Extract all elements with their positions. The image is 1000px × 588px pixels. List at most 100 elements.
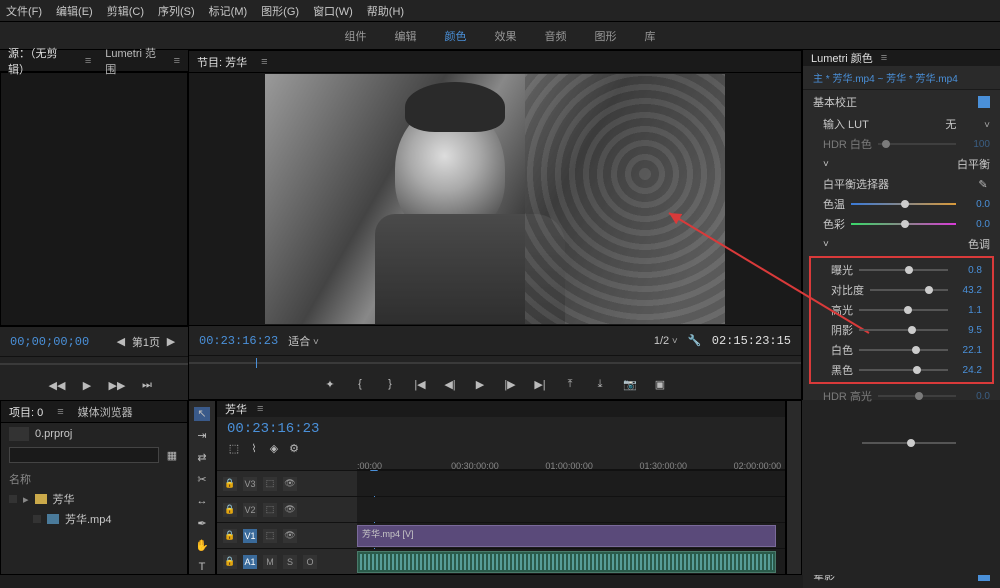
type-tool-icon[interactable]: T <box>194 560 210 574</box>
step-icon[interactable]: ⏭ <box>140 378 154 392</box>
page-prev-icon[interactable]: ◀ <box>114 335 128 349</box>
program-timecode[interactable]: 00:23:16:23 <box>199 334 278 348</box>
tab-project[interactable]: 项目: 0 <box>9 404 43 420</box>
program-menu-icon[interactable]: ≡ <box>261 56 267 68</box>
razor-tool-icon[interactable]: ✂ <box>194 473 210 487</box>
track-select-tool-icon[interactable]: ⇥ <box>194 429 210 443</box>
hand-tool-icon[interactable]: ✋ <box>194 538 210 552</box>
tab-mediabrowser[interactable]: 媒体浏览器 <box>78 404 133 420</box>
ws-color[interactable]: 颜色 <box>445 28 467 44</box>
shadows-slider[interactable] <box>859 329 948 331</box>
goto-out-icon[interactable]: ▶| <box>533 377 547 391</box>
menu-graphics[interactable]: 图形(G) <box>261 3 299 19</box>
contrast-slider[interactable] <box>870 289 948 291</box>
search-filter-icon[interactable]: ▦ <box>165 448 179 462</box>
timeline-timecode[interactable]: 00:23:16:23 <box>227 421 319 437</box>
bin-row[interactable]: ▸ 芳华 <box>9 489 179 509</box>
highlights-slider[interactable] <box>859 309 948 311</box>
project-col-name[interactable]: 名称 <box>9 469 179 489</box>
a1-toggle[interactable]: A1 <box>243 555 257 569</box>
tab-source[interactable]: 源：（无剪辑） <box>8 45 71 77</box>
v2-eye-icon[interactable]: 👁 <box>283 503 297 517</box>
tint-slider[interactable] <box>851 223 956 225</box>
mark-out-icon[interactable]: ▶▶ <box>110 378 124 392</box>
menu-window[interactable]: 窗口(W) <box>313 3 353 19</box>
menu-help[interactable]: 帮助(H) <box>367 3 404 19</box>
time-ruler[interactable]: :00:00 00:30:00:00 01:00:00:00 01:30:00:… <box>357 459 785 470</box>
v1-sync[interactable]: ⬚ <box>263 529 277 543</box>
basic-toggle-checkbox[interactable] <box>978 96 990 108</box>
ripple-tool-icon[interactable]: ⇄ <box>194 451 210 465</box>
a1-lock-icon[interactable]: 🔒 <box>223 555 237 569</box>
lift-icon[interactable]: ⤒ <box>563 377 577 391</box>
mark-in-icon[interactable]: ◀◀ <box>50 378 64 392</box>
source-timecode[interactable]: 00;00;00;00 <box>10 335 89 349</box>
fit-dropdown[interactable]: 适合 ˅ <box>288 333 319 349</box>
a1-mute[interactable]: M <box>263 555 277 569</box>
contrast-value[interactable]: 43.2 <box>954 285 982 296</box>
lut-dropdown[interactable]: 无 ˅ <box>945 116 990 132</box>
play-toggle-icon[interactable]: ▶ <box>473 377 487 391</box>
tab-scopes-menu-icon[interactable]: ≡ <box>174 55 180 67</box>
play-icon[interactable]: ▶ <box>80 378 94 392</box>
slip-tool-icon[interactable]: ↔ <box>194 495 210 509</box>
clip-row[interactable]: 芳华.mp4 <box>9 509 179 529</box>
goto-in-icon[interactable]: |◀ <box>413 377 427 391</box>
section-wb[interactable]: ˅ 白平衡 <box>803 154 1000 174</box>
tracks-area[interactable]: 🔒V3⬚👁 🔒V2⬚👁 🔒V1⬚👁 芳华.mp4 [V] 🔒A1MSO <box>217 470 785 574</box>
tint-value[interactable]: 0.0 <box>962 219 990 230</box>
v3-toggle[interactable]: V3 <box>243 477 257 491</box>
tab-lumetri-scopes[interactable]: Lumetri 范围 <box>105 45 159 77</box>
highlights-value[interactable]: 1.1 <box>954 305 982 316</box>
program-monitor[interactable] <box>189 73 801 325</box>
wrench-icon[interactable]: 🔧 <box>688 334 702 348</box>
step-fwd-icon[interactable]: |▶ <box>503 377 517 391</box>
v2-toggle[interactable]: V2 <box>243 503 257 517</box>
menu-sequence[interactable]: 序列(S) <box>158 3 195 19</box>
step-back-icon[interactable]: ◀| <box>443 377 457 391</box>
section-tone[interactable]: ˅ 色调 <box>803 234 1000 254</box>
sat-slider[interactable] <box>862 442 956 444</box>
v2-sync[interactable]: ⬚ <box>263 503 277 517</box>
temp-value[interactable]: 0.0 <box>962 199 990 210</box>
zoom-dropdown[interactable]: 1/2 ˅ <box>654 335 678 347</box>
blacks-slider[interactable] <box>859 369 948 371</box>
ws-assembly[interactable]: 组件 <box>345 28 367 44</box>
tab-lumetri[interactable]: Lumetri 颜色 <box>811 50 873 66</box>
markout-icon[interactable]: } <box>383 377 397 391</box>
compare-icon[interactable]: ▣ <box>653 377 667 391</box>
source-scrubber[interactable] <box>0 356 188 370</box>
project-menu-icon[interactable]: ≡ <box>57 406 63 418</box>
v1-lock-icon[interactable]: 🔒 <box>223 529 237 543</box>
ws-audio[interactable]: 音频 <box>545 28 567 44</box>
ws-library[interactable]: 库 <box>645 28 656 44</box>
markin-icon[interactable]: { <box>353 377 367 391</box>
v3-eye-icon[interactable]: 👁 <box>283 477 297 491</box>
exposure-value[interactable]: 0.8 <box>954 265 982 276</box>
tab-program[interactable]: 节目: 芳华 <box>197 54 247 70</box>
ws-effects[interactable]: 效果 <box>495 28 517 44</box>
page-next-icon[interactable]: ▶ <box>164 335 178 349</box>
marker-tl-icon[interactable]: ◈ <box>267 441 281 455</box>
settings-tl-icon[interactable]: ⚙ <box>287 441 301 455</box>
blacks-value[interactable]: 24.2 <box>954 365 982 376</box>
ws-editing[interactable]: 编辑 <box>395 28 417 44</box>
menu-file[interactable]: 文件(F) <box>6 3 42 19</box>
program-scrubber[interactable] <box>189 355 801 369</box>
v1-toggle[interactable]: V1 <box>243 529 257 543</box>
sequence-menu-icon[interactable]: ≡ <box>257 403 263 415</box>
v3-sync[interactable]: ⬚ <box>263 477 277 491</box>
v2-lock-icon[interactable]: 🔒 <box>223 503 237 517</box>
whites-slider[interactable] <box>859 349 948 351</box>
tab-sequence[interactable]: 芳华 <box>225 401 247 417</box>
a1-solo[interactable]: S <box>283 555 297 569</box>
v1-eye-icon[interactable]: 👁 <box>283 529 297 543</box>
menu-marker[interactable]: 标记(M) <box>209 3 248 19</box>
audio-clip[interactable] <box>357 551 776 573</box>
v3-lock-icon[interactable]: 🔒 <box>223 477 237 491</box>
temp-slider[interactable] <box>851 203 956 205</box>
tab-source-menu-icon[interactable]: ≡ <box>85 55 91 67</box>
ws-graphics[interactable]: 图形 <box>595 28 617 44</box>
whites-value[interactable]: 22.1 <box>954 345 982 356</box>
menu-clip[interactable]: 剪辑(C) <box>107 3 144 19</box>
